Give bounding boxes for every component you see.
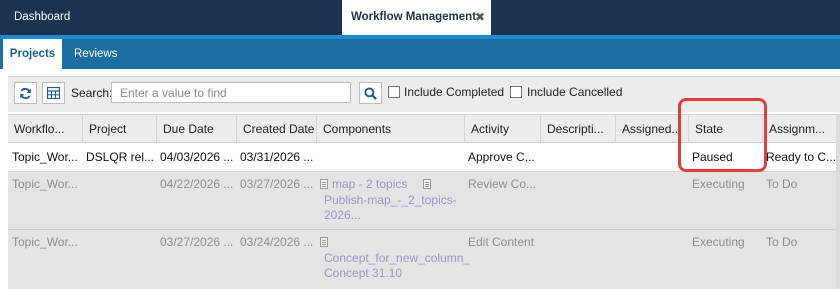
cell-activity: Review Co... bbox=[468, 177, 537, 191]
include-completed-checkbox[interactable] bbox=[388, 86, 400, 98]
include-cancelled-checkbox[interactable] bbox=[510, 86, 522, 98]
cell-state: Executing bbox=[692, 177, 745, 191]
tab-workflow-management[interactable]: Workflow Management ✖ bbox=[342, 0, 491, 35]
column-header-created-date[interactable]: Created Date bbox=[237, 115, 317, 143]
component-link-label: map - 2 topics bbox=[332, 177, 408, 191]
component-link[interactable]: Publish-map_-_2_topics- bbox=[324, 193, 457, 208]
document-icon-wrap bbox=[320, 235, 332, 250]
refresh-button[interactable] bbox=[14, 82, 37, 104]
tab-workflow-management-label: Workflow Management bbox=[351, 11, 477, 23]
cell-state: Executing bbox=[692, 235, 745, 249]
refresh-icon bbox=[20, 87, 31, 100]
table-icon bbox=[46, 86, 61, 100]
cell-assignment: To Do bbox=[766, 235, 798, 249]
cell-workflow: Topic_Wor... bbox=[12, 177, 78, 191]
cell-activity: Approve C... bbox=[468, 150, 535, 164]
cell-assignment: To Do bbox=[766, 177, 798, 191]
sub-tab-bar: Projects Reviews bbox=[0, 35, 840, 69]
cell-due-date: 04/03/2026 ... bbox=[160, 150, 234, 164]
search-label: Search: bbox=[71, 86, 113, 100]
tab-reviews[interactable]: Reviews bbox=[74, 39, 117, 69]
column-header-description[interactable]: Descripti... bbox=[541, 115, 616, 143]
include-cancelled-label[interactable]: Include Cancelled bbox=[527, 85, 622, 99]
state-highlight-box bbox=[678, 98, 767, 172]
search-button[interactable] bbox=[359, 82, 382, 104]
top-tab-bar: Dashboard Workflow Management ✖ bbox=[0, 0, 840, 35]
table-row[interactable]: Topic_Wor... 04/22/2026 ... 03/27/2026 .… bbox=[8, 172, 840, 230]
search-icon bbox=[364, 87, 377, 100]
column-header-activity[interactable]: Activity bbox=[465, 115, 541, 143]
cell-created-date: 03/31/2026 ... bbox=[240, 150, 314, 164]
table-row[interactable]: Topic_Wor... 03/27/2026 ... 03/24/2026 .… bbox=[8, 230, 840, 289]
close-icon[interactable]: ✖ bbox=[475, 0, 485, 35]
cell-activity: Edit Content bbox=[468, 235, 535, 249]
component-link[interactable]: Concept_for_new_column_ bbox=[324, 251, 470, 266]
cell-workflow: Topic_Wor... bbox=[12, 150, 78, 164]
column-header-project[interactable]: Project bbox=[83, 115, 157, 143]
columns-button[interactable] bbox=[42, 82, 65, 104]
column-header-due-date[interactable]: Due Date bbox=[157, 115, 237, 143]
column-header-components[interactable]: Components bbox=[317, 115, 465, 143]
column-header-assignment[interactable]: Assignm... bbox=[763, 115, 836, 143]
tab-dashboard[interactable]: Dashboard bbox=[14, 0, 70, 35]
include-completed-label[interactable]: Include Completed bbox=[404, 85, 504, 99]
document-icon bbox=[320, 237, 328, 247]
cell-project: DSLQR rel... bbox=[86, 150, 155, 164]
tab-projects[interactable]: Projects bbox=[3, 39, 62, 69]
vertical-scrollbar[interactable] bbox=[836, 114, 840, 289]
component-link[interactable]: map - 2 topics bbox=[320, 177, 435, 192]
column-header-workflow[interactable]: Workflo... bbox=[8, 115, 83, 143]
cell-assignment: Ready to C... bbox=[766, 150, 836, 164]
search-input[interactable] bbox=[111, 82, 351, 103]
component-link-continued[interactable]: 2026... bbox=[324, 208, 361, 223]
document-icon bbox=[422, 179, 431, 189]
cell-created-date: 03/24/2026 ... bbox=[240, 235, 314, 249]
document-icon bbox=[320, 179, 328, 189]
cell-due-date: 03/27/2026 ... bbox=[160, 235, 234, 249]
cell-created-date: 03/27/2026 ... bbox=[240, 177, 314, 191]
component-link-continued[interactable]: Concept 31.10 bbox=[324, 266, 402, 281]
cell-due-date: 04/22/2026 ... bbox=[160, 177, 234, 191]
cell-workflow: Topic_Wor... bbox=[12, 235, 78, 249]
